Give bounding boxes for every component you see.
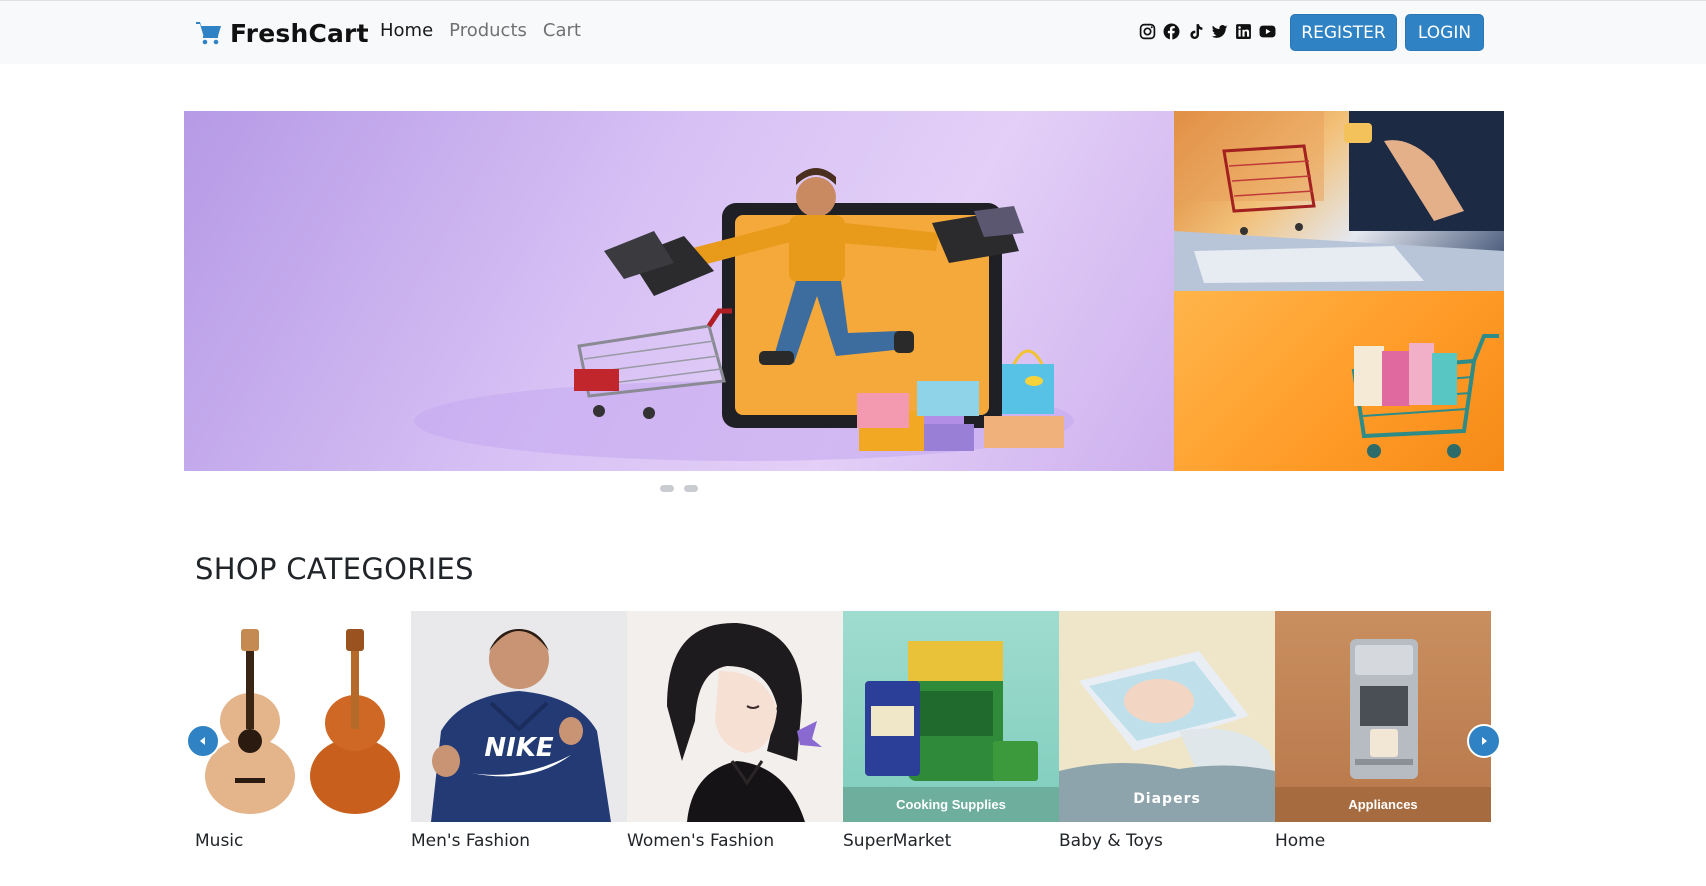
nav-home-link[interactable]: Home [380,20,433,41]
category-name: Home [1275,831,1326,851]
category-overlay-text: Cooking Supplies [896,797,1006,812]
category-card-mens-fashion[interactable]: NIKE Men's Fashion [411,611,627,851]
category-card-home[interactable]: Appliances Home [1275,611,1491,851]
category-image: Cooking Supplies [843,611,1059,822]
navbar: FreshCart Home Products Cart REGISTER LO… [0,0,1706,64]
login-button[interactable]: LOGIN [1405,14,1484,51]
category-image: Appliances [1275,611,1491,822]
slider-dots [660,485,698,492]
youtube-icon[interactable] [1259,23,1276,40]
cart-icon [196,22,221,45]
tiktok-icon[interactable] [1187,23,1204,40]
category-image: NIKE [411,611,627,822]
mini-cart-with-bags-photo [1351,334,1499,458]
category-name: SuperMarket [843,831,952,851]
nav-cart-link[interactable]: Cart [543,20,581,41]
hero-side-image-top[interactable] [1174,111,1504,291]
caret-left-icon [200,737,205,745]
guitars-photo [205,629,400,814]
category-name: Music [195,831,244,851]
slider-dot[interactable] [684,485,698,492]
category-image: Diapers [1059,611,1275,822]
category-card-womens-fashion[interactable]: Women's Fashion [627,611,843,851]
espresso-machine-photo: Appliances [1275,639,1491,822]
category-overlay-text: Diapers [1133,791,1201,807]
carousel-next-button[interactable] [1467,724,1501,758]
diapers-photo: Diapers [1059,651,1275,822]
man-in-hoodie-photo: NIKE [431,629,611,822]
category-card-baby-toys[interactable]: Diapers Baby & Toys [1059,611,1275,851]
section-title: SHOP CATEGORIES [195,552,474,586]
twitter-icon[interactable] [1211,23,1228,40]
woman-illustration [667,622,822,822]
category-image [195,611,411,822]
caret-right-icon [1482,737,1487,745]
brand-logo[interactable]: FreshCart [195,18,369,48]
facebook-icon[interactable] [1163,23,1180,40]
main-nav: Home Products Cart [380,20,581,41]
category-name: Baby & Toys [1059,831,1163,851]
brand-name: FreshCart [230,18,369,48]
jumping-shopper-illustration [414,168,1074,461]
social-links [1139,23,1276,40]
category-overlay-text: NIKE [484,733,554,763]
register-button[interactable]: REGISTER [1290,14,1397,51]
category-card-music[interactable]: Music [195,611,411,851]
slider-dot[interactable] [660,485,674,492]
linkedin-icon[interactable] [1235,23,1252,40]
hero-side-image-bottom[interactable] [1174,291,1504,471]
category-image [627,611,843,822]
nav-products-link[interactable]: Products [449,20,527,41]
carousel-prev-button[interactable] [186,724,220,758]
instagram-icon[interactable] [1139,23,1156,40]
category-card-supermarket[interactable]: Cooking Supplies SuperMarket [843,611,1059,851]
hero-slider-image[interactable] [184,111,1174,471]
category-name: Men's Fashion [411,831,530,851]
groceries-photo: Cooking Supplies [843,641,1059,822]
category-name: Women's Fashion [627,831,775,851]
cart-laptop-photo [1174,111,1504,291]
category-overlay-text: Appliances [1348,797,1417,812]
